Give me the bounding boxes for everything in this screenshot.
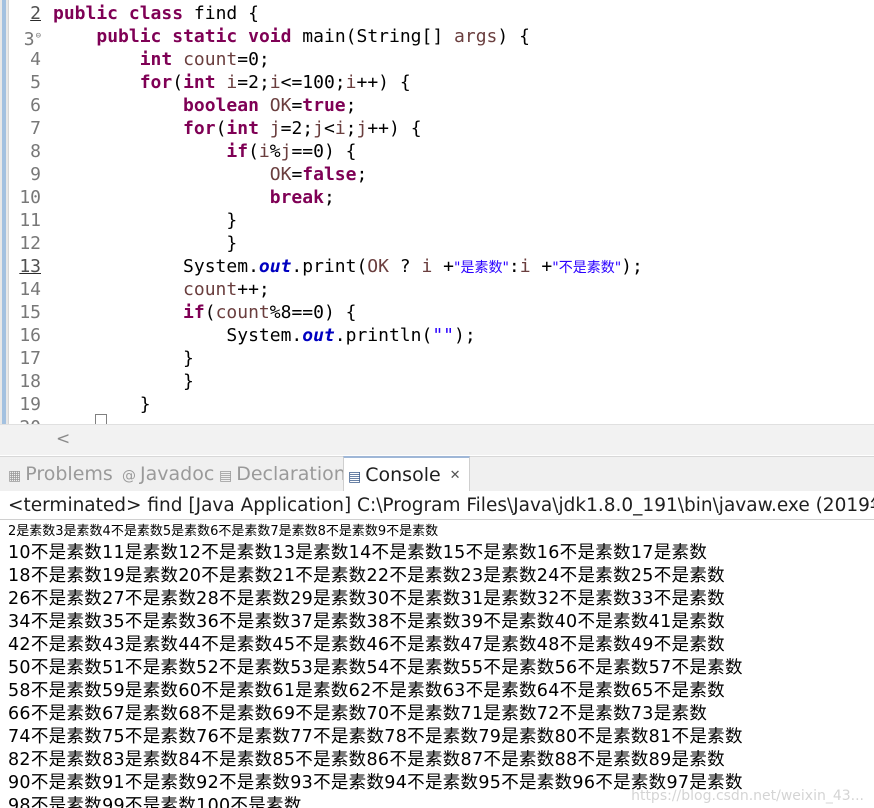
console-line: 18不是素数19是素数20不是素数21不是素数22不是素数23是素数24不是素数…: [8, 566, 725, 586]
watermark-text: https://blog.csdn.net/weixin_43...: [631, 788, 864, 804]
code-line: System.out.print(OK ? i +"是素数":i +"不是素数"…: [183, 256, 643, 277]
code-line: count++;: [183, 279, 270, 300]
console-line: 34不是素数35不是素数36不是素数37是素数38不是素数39不是素数40不是素…: [8, 612, 725, 632]
declaration-icon: ▤: [219, 468, 233, 484]
line-number: 6: [30, 95, 41, 116]
javadoc-icon: @: [122, 468, 136, 484]
code-line: }: [183, 371, 194, 392]
code-line: }: [183, 348, 194, 369]
code-line: }: [226, 210, 238, 231]
line-number: 15: [19, 302, 41, 323]
line-number: 17: [19, 348, 41, 369]
editor-left-strip: [0, 0, 9, 424]
console-lines: 10不是素数11是素数12不是素数13是素数14不是素数15不是素数16不是素数…: [8, 542, 874, 808]
line-number: 5: [30, 72, 41, 93]
editor-horizontal-scrollbar[interactable]: <: [0, 424, 874, 455]
line-number: 7: [30, 118, 41, 139]
console-icon: ▤: [348, 469, 362, 485]
code-line: break;: [269, 187, 335, 208]
close-icon[interactable]: ✕: [450, 468, 461, 483]
fold-marker: [95, 414, 107, 424]
code-line: OK=false;: [269, 164, 368, 185]
code-line: if(i%j==0) {: [226, 141, 357, 162]
view-tab-bar: ▦ Problems @ Javadoc ▤ Declaration ▤ Console…: [0, 456, 874, 492]
scroll-left-arrow-icon[interactable]: <: [56, 429, 70, 449]
code-line: for(int i=2;i<=100;i++) {: [139, 72, 411, 93]
terminated-status: <terminated> find [Java Application] C:\…: [8, 495, 874, 516]
code-line: }: [226, 233, 238, 254]
line-number: 4: [30, 49, 41, 70]
line-number: 13: [19, 256, 41, 277]
line-number: 10: [19, 187, 41, 208]
code-line: int count=0;: [139, 49, 270, 70]
console-line: 2是素数3是素数4不是素数5是素数6不是素数7是素数8不是素数9不是素数: [8, 524, 439, 539]
console-line: 82不是素数83是素数84不是素数85不是素数86不是素数87不是素数88不是素…: [8, 750, 725, 770]
line-number: 18: [19, 371, 41, 392]
code-line: }: [139, 394, 151, 415]
line-number: 12: [19, 233, 41, 254]
tab-declaration[interactable]: ▤ Declaration: [219, 457, 346, 491]
line-number: 3⊖: [23, 29, 41, 50]
console-output[interactable]: <terminated> find [Java Application] C:\…: [0, 491, 874, 808]
tab-javadoc[interactable]: @ Javadoc: [122, 457, 214, 491]
code-line: public static void main(String[] args) {: [96, 26, 530, 47]
console-line: 74不是素数75不是素数76不是素数77不是素数78不是素数79是素数80不是素…: [8, 727, 743, 747]
tab-console[interactable]: ▤ Console ✕: [343, 456, 470, 491]
code-editor[interactable]: 2 3⊖ 4 5 6 7 8 9 10 11 12 13 14 15 16 17…: [0, 0, 874, 424]
code-lines[interactable]: public class find { public static void m…: [53, 2, 873, 416]
line-number: 9: [30, 164, 41, 185]
code-line: public class find {: [53, 3, 259, 24]
line-number: 19: [19, 394, 41, 415]
line-numbers: 2 3⊖ 4 5 6 7 8 9 10 11 12 13 14 15 16 17…: [9, 2, 43, 424]
fold-collapse-icon[interactable]: ⊖: [36, 31, 41, 41]
line-number: 8: [30, 141, 41, 162]
code-line: if(count%8==0) {: [183, 302, 357, 323]
line-number: 14: [19, 279, 41, 300]
code-line: boolean OK=true;: [183, 95, 357, 116]
eclipse-window: 2 3⊖ 4 5 6 7 8 9 10 11 12 13 14 15 16 17…: [0, 0, 874, 808]
problems-icon: ▦: [8, 468, 22, 484]
line-number: 11: [19, 210, 41, 231]
line-number: 16: [19, 325, 41, 346]
line-number: 2: [30, 3, 41, 24]
tab-problems[interactable]: ▦ Problems: [8, 457, 113, 491]
console-divider: [0, 519, 874, 520]
console-line: 50不是素数51不是素数52不是素数53是素数54不是素数55不是素数56不是素…: [8, 658, 743, 678]
code-line: System.out.println("");: [226, 325, 476, 346]
console-line: 42不是素数43是素数44不是素数45不是素数46不是素数47是素数48不是素数…: [8, 635, 725, 655]
console-line: 66不是素数67是素数68不是素数69不是素数70不是素数71是素数72不是素数…: [8, 704, 708, 724]
console-line: 26不是素数27不是素数28不是素数29是素数30不是素数31是素数32不是素数…: [8, 589, 725, 609]
code-line: for(int j=2;j<i;j++) {: [183, 118, 422, 139]
console-line: 10不是素数11是素数12不是素数13是素数14不是素数15不是素数16不是素数…: [8, 543, 708, 563]
line-number: 20: [9, 416, 43, 424]
console-line: 58不是素数59是素数60不是素数61是素数62不是素数63不是素数64不是素数…: [8, 681, 725, 701]
